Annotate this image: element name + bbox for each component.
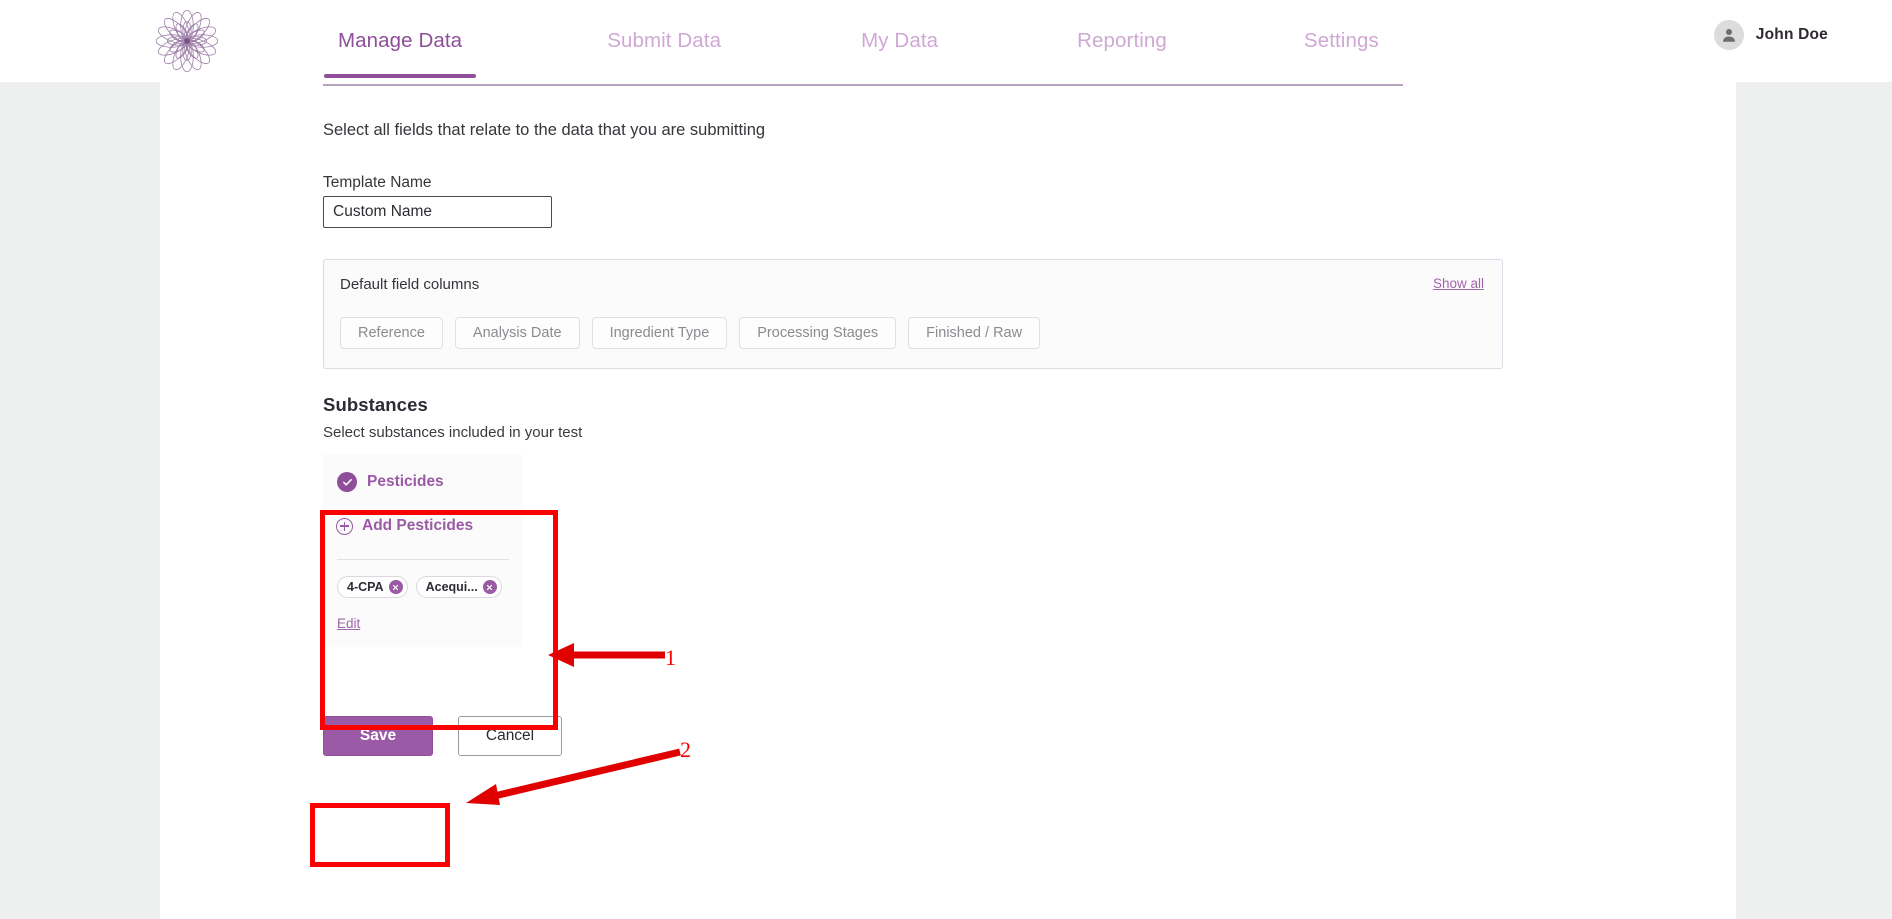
- flower-mandala-logo-icon: [155, 9, 219, 73]
- add-pesticides-label: Add Pesticides: [362, 517, 474, 534]
- top-navigation-bar: Manage Data Submit Data My Data Reportin…: [0, 0, 1892, 82]
- field-pill-processing-stages[interactable]: Processing Stages: [739, 317, 897, 349]
- section-divider: [323, 84, 1403, 86]
- app-root: Manage Data Submit Data My Data Reportin…: [0, 0, 1892, 919]
- nav-item-settings[interactable]: Settings: [1296, 29, 1387, 53]
- close-circle-icon[interactable]: [482, 580, 497, 594]
- substances-section-title: Substances: [323, 394, 428, 415]
- avatar: [1713, 20, 1744, 50]
- nav-item-my-data[interactable]: My Data: [853, 29, 946, 53]
- check-circle-icon: [337, 472, 357, 492]
- add-pesticides-button[interactable]: Add Pesticides: [323, 517, 523, 535]
- nav-item-manage-data[interactable]: Manage Data: [323, 29, 477, 78]
- save-button[interactable]: Save: [323, 716, 433, 756]
- substance-chip-label: 4-CPA: [347, 580, 384, 594]
- user-name-label: John Doe: [1755, 26, 1828, 43]
- close-circle-icon[interactable]: [388, 580, 403, 594]
- substances-section-subtitle: Select substances included in your test: [323, 424, 583, 441]
- form-subtitle: Select all fields that relate to the dat…: [323, 121, 766, 139]
- substance-chip[interactable]: 4-CPA: [337, 576, 408, 598]
- edit-substances-link[interactable]: Edit: [323, 598, 360, 647]
- content-card: Select all fields that relate to the dat…: [160, 82, 1736, 919]
- nav-links: Manage Data Submit Data My Data Reportin…: [323, 0, 1387, 82]
- nav-item-submit-data[interactable]: Submit Data: [599, 29, 729, 53]
- user-avatar-icon: [1722, 29, 1735, 42]
- substance-chip[interactable]: Acequi...: [415, 576, 502, 598]
- app-logo[interactable]: [150, 4, 224, 78]
- plus-circle-icon: [336, 517, 353, 535]
- selected-substances-chip-row: 4-CPA Acequi...: [323, 560, 523, 598]
- default-field-columns-panel: Default field columns Show all Reference…: [323, 259, 1503, 369]
- field-pill-ingredient-type[interactable]: Ingredient Type: [591, 317, 728, 349]
- field-pill-reference[interactable]: Reference: [340, 317, 443, 349]
- substance-chip-label: Acequi...: [425, 580, 478, 594]
- substance-category-label: Pesticides: [367, 473, 444, 490]
- user-menu[interactable]: John Doe: [1713, 20, 1828, 50]
- field-pill-finished-raw[interactable]: Finished / Raw: [908, 317, 1041, 349]
- substance-category-pesticides[interactable]: Pesticides: [323, 472, 523, 492]
- template-name-label: Template Name: [323, 174, 432, 191]
- form-actions: Save Cancel: [323, 716, 562, 756]
- default-field-pill-row: Reference Analysis Date Ingredient Type …: [340, 317, 1041, 349]
- field-pill-analysis-date[interactable]: Analysis Date: [454, 317, 580, 349]
- default-field-columns-title: Default field columns: [340, 276, 480, 293]
- show-all-link[interactable]: Show all: [1433, 276, 1484, 291]
- template-name-input[interactable]: [323, 196, 552, 228]
- substances-selector-box: Pesticides Add Pesticides 4-CPA Acequi..…: [323, 454, 523, 647]
- cancel-button[interactable]: Cancel: [458, 716, 562, 756]
- nav-item-reporting[interactable]: Reporting: [1069, 29, 1175, 53]
